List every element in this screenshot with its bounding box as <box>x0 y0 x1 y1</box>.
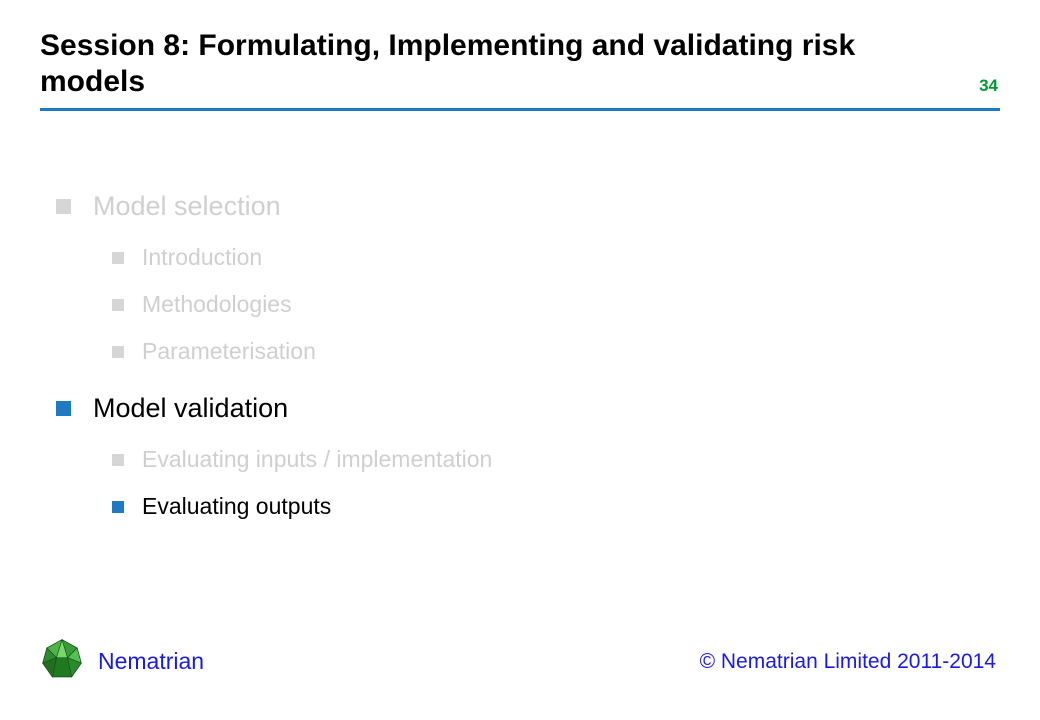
outline-item: Evaluating outputs <box>112 493 1000 520</box>
square-bullet-icon <box>112 299 124 311</box>
square-bullet-icon <box>112 501 124 513</box>
outline-item: Methodologies <box>112 291 1000 318</box>
outline-section-label: Model selection <box>93 191 281 222</box>
outline-subgroup: Introduction Methodologies Parameterisat… <box>56 244 1000 365</box>
outline-section: Model validation <box>56 393 1000 424</box>
outline-item-label: Parameterisation <box>142 338 316 365</box>
footer-left: Nematrian <box>40 637 204 686</box>
header-row: Session 8: Formulating, Implementing and… <box>40 28 1000 100</box>
square-bullet-icon <box>56 401 71 416</box>
outline-subgroup: Evaluating inputs / implementation Evalu… <box>56 446 1000 520</box>
outline-item: Parameterisation <box>112 338 1000 365</box>
copyright-text: © Nematrian Limited 2011-2014 <box>700 650 1000 674</box>
slide-content: Model selection Introduction Methodologi… <box>40 111 1000 637</box>
slide-footer: Nematrian © Nematrian Limited 2011-2014 <box>40 637 1000 700</box>
outline-item-label: Methodologies <box>142 291 292 318</box>
square-bullet-icon <box>56 199 71 214</box>
slide-title: Session 8: Formulating, Implementing and… <box>40 28 920 100</box>
page-number: 34 <box>979 76 1000 100</box>
outline-section-label: Model validation <box>93 393 288 424</box>
brand-name: Nematrian <box>98 648 204 675</box>
outline-section: Model selection <box>56 191 1000 222</box>
slide-container: Session 8: Formulating, Implementing and… <box>0 0 1040 720</box>
outline-item-label: Evaluating outputs <box>142 493 331 520</box>
square-bullet-icon <box>112 252 124 264</box>
square-bullet-icon <box>112 454 124 466</box>
outline-item-label: Evaluating inputs / implementation <box>142 446 492 473</box>
outline-item: Evaluating inputs / implementation <box>112 446 1000 473</box>
square-bullet-icon <box>112 346 124 358</box>
outline-item-label: Introduction <box>142 244 262 271</box>
logo-icon <box>40 637 84 686</box>
outline-item: Introduction <box>112 244 1000 271</box>
